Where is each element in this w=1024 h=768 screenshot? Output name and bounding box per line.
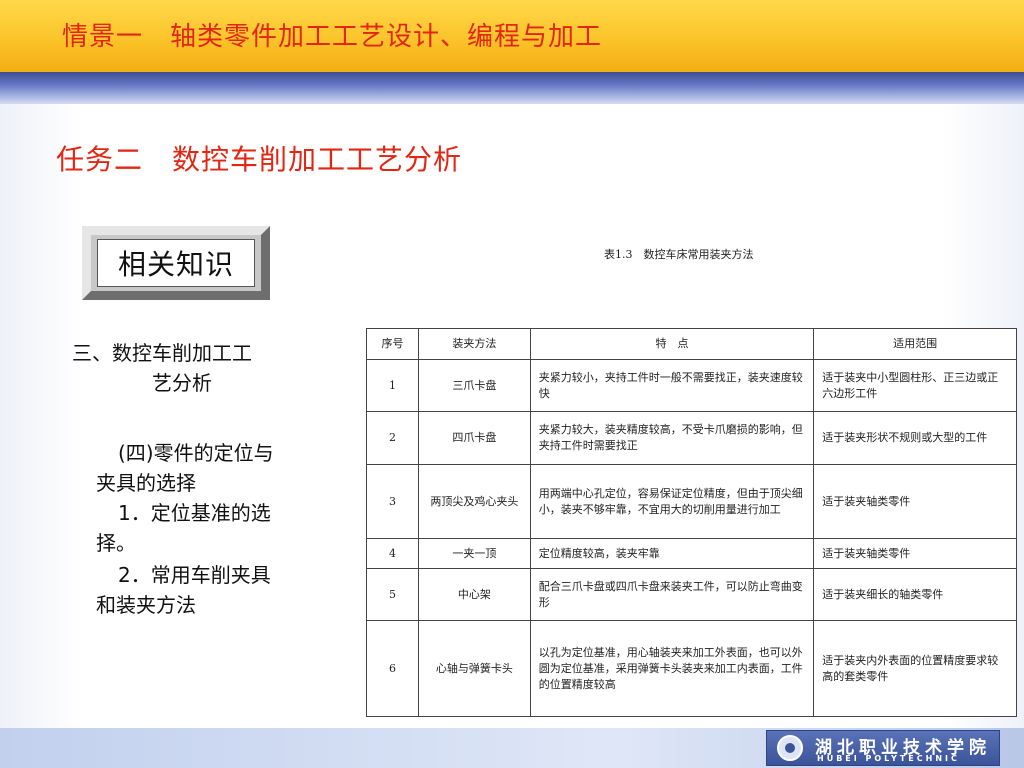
section-heading-line1: 三、数控车削加工工 [72, 341, 252, 365]
header-title: 情景一 轴类零件加工工艺设计、编程与加工 [62, 22, 603, 52]
item1-line2: 择。 [96, 531, 136, 555]
point-heading-line1: (四)零件的定位与 [118, 441, 274, 465]
cell-method: 四爪卡盘 [417, 411, 531, 465]
cell-features: 夹紧力较大，装夹精度较高，不受卡爪磨损的影响，但夹持工件时需要找正 [529, 411, 815, 465]
task-subtitle: 任务二 数控车削加工工艺分析 [56, 143, 463, 176]
clamping-methods-table: 序号 装夹方法 特 点 适用范围 1 三爪卡盘 夹紧力较小，夹持工件时一般不需要… [366, 328, 1017, 717]
cell-features: 夹紧力较小，夹持工件时一般不需要找正，装夹速度较快 [529, 359, 815, 412]
cell-method: 两顶尖及鸡心夹头 [417, 464, 531, 539]
cell-index: 2 [366, 411, 419, 465]
table-row: 6 心轴与弹簧卡头 以孔为定位基准，用心轴装夹来加工外表面，也可以外圆为定位基准… [366, 620, 1017, 717]
cell-method: 中心架 [417, 568, 531, 621]
related-knowledge-inner: 相关知识 [97, 239, 255, 287]
header-scope: 适用范围 [813, 328, 1017, 360]
table-row: 5 中心架 配合三爪卡盘或四爪卡盘来装夹工件，可以防止弯曲变形 适于装夹细长的轴… [366, 568, 1017, 621]
cell-index: 4 [366, 538, 419, 569]
college-logo: 湖北职业技术学院 HUBEI POLYTECHNIC [766, 730, 1000, 766]
item2-line2: 和装夹方法 [96, 593, 196, 617]
header-method: 装夹方法 [417, 328, 531, 360]
item1-line1: 1．定位基准的选 [118, 501, 271, 525]
section-heading-line2: 艺分析 [152, 371, 212, 395]
cell-features: 以孔为定位基准，用心轴装夹来加工外表面，也可以外圆为定位基准，采用弹簧卡头装夹来… [529, 620, 815, 717]
cell-scope: 适于装夹形状不规则或大型的工件 [813, 411, 1017, 465]
table-row: 2 四爪卡盘 夹紧力较大，装夹精度较高，不受卡爪磨损的影响，但夹持工件时需要找正… [366, 411, 1017, 465]
cell-index: 6 [366, 620, 419, 717]
cell-features: 定位精度较高，装夹牢靠 [529, 538, 815, 569]
point-heading-line2: 夹具的选择 [96, 471, 196, 495]
table-caption: 表1.3 数控车床常用装夹方法 [604, 248, 754, 261]
cell-scope: 适于装夹轴类零件 [813, 538, 1017, 569]
table-row: 3 两顶尖及鸡心夹头 用两端中心孔定位，容易保证定位精度，但由于顶尖细小，装夹不… [366, 464, 1017, 539]
cell-scope: 适于装夹轴类零件 [813, 464, 1017, 539]
table-row: 4 一夹一顶 定位精度较高，装夹牢靠 适于装夹轴类零件 [366, 538, 1017, 569]
table-header-row: 序号 装夹方法 特 点 适用范围 [366, 328, 1017, 360]
cell-features: 用两端中心孔定位，容易保证定位精度，但由于顶尖细小，装夹不够牢靠，不宜用大的切削… [529, 464, 815, 539]
related-knowledge-label: 相关知识 [117, 248, 234, 281]
cell-method: 心轴与弹簧卡头 [417, 620, 531, 717]
college-emblem-icon [777, 735, 803, 761]
header-bar: 情景一 轴类零件加工工艺设计、编程与加工 [0, 0, 1024, 72]
header-features: 特 点 [529, 328, 815, 360]
related-knowledge-box: 相关知识 [82, 226, 270, 300]
cell-scope: 适于装夹中小型圆柱形、正三边或正六边形工件 [813, 359, 1017, 412]
header-band [0, 72, 1024, 104]
cell-index: 3 [366, 464, 419, 539]
cell-scope: 适于装夹内外表面的位置精度要求较高的套类零件 [813, 620, 1017, 717]
cell-index: 5 [366, 568, 419, 621]
cell-method: 三爪卡盘 [417, 359, 531, 412]
college-name-en: HUBEI POLYTECHNIC [817, 754, 960, 763]
header-index: 序号 [366, 328, 419, 360]
cell-scope: 适于装夹细长的轴类零件 [813, 568, 1017, 621]
item2-line1: 2．常用车削夹具 [118, 563, 271, 587]
cell-index: 1 [366, 359, 419, 412]
cell-method: 一夹一顶 [417, 538, 531, 569]
table-row: 1 三爪卡盘 夹紧力较小，夹持工件时一般不需要找正，装夹速度较快 适于装夹中小型… [366, 359, 1017, 412]
cell-features: 配合三爪卡盘或四爪卡盘来装夹工件，可以防止弯曲变形 [529, 568, 815, 621]
